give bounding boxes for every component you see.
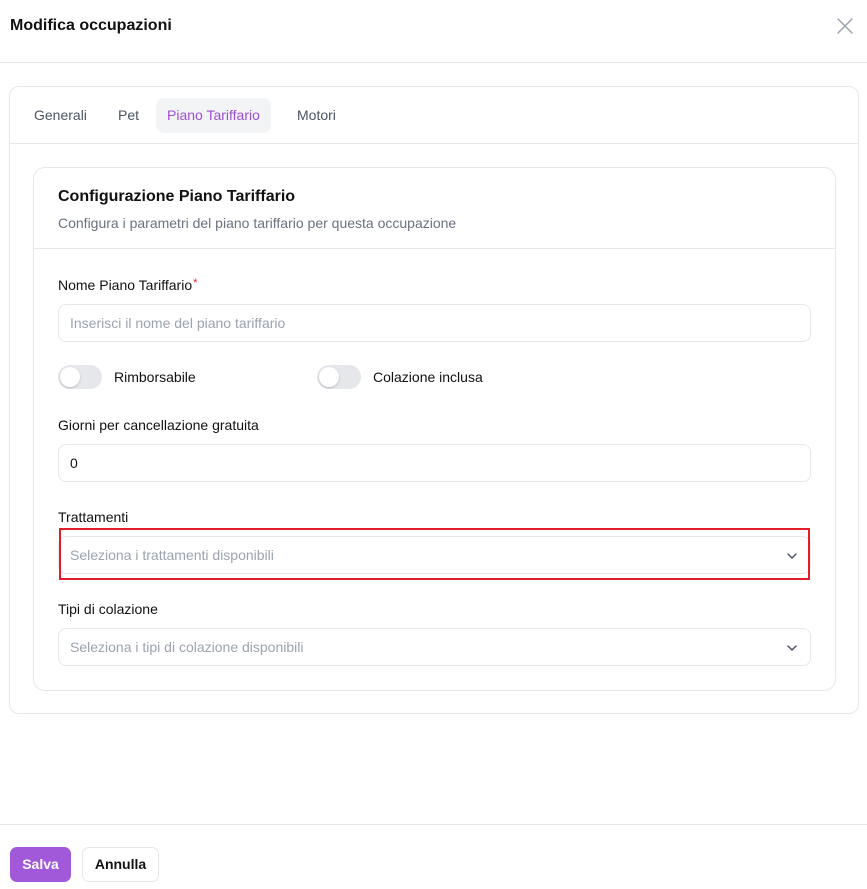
tab-bar: Generali Pet Piano Tariffario Motori <box>10 87 858 144</box>
modal-header: Modifica occupazioni <box>0 0 867 63</box>
config-header: Configurazione Piano Tariffario Configur… <box>34 168 835 249</box>
tab-generali[interactable]: Generali <box>23 98 98 133</box>
close-icon <box>837 18 853 34</box>
toggle-knob <box>60 367 80 387</box>
breakfast-types-label: Tipi di colazione <box>58 601 158 617</box>
cancel-days-label: Giorni per cancellazione gratuita <box>58 417 259 433</box>
treatments-placeholder: Seleziona i trattamenti disponibili <box>70 547 274 563</box>
treatments-label: Trattamenti <box>58 509 129 525</box>
tab-pet[interactable]: Pet <box>107 98 150 133</box>
config-description: Configura i parametri del piano tariffar… <box>58 215 457 231</box>
chevron-down-icon <box>787 553 797 559</box>
rate-plan-name-label: Nome Piano Tariffario* <box>58 277 197 293</box>
modal-title: Modifica occupazioni <box>10 17 172 34</box>
breakfast-types-select[interactable]: Seleziona i tipi di colazione disponibil… <box>58 628 811 666</box>
tab-motori[interactable]: Motori <box>286 98 347 133</box>
cancel-days-input[interactable] <box>59 445 810 481</box>
save-button[interactable]: Salva <box>10 847 71 882</box>
cancel-days-field[interactable] <box>58 444 811 482</box>
tab-piano-tariffario[interactable]: Piano Tariffario <box>156 98 271 133</box>
refundable-label: Rimborsabile <box>114 369 196 385</box>
modal-footer: Salva Annulla <box>0 824 867 889</box>
required-mark: * <box>193 277 198 289</box>
refundable-toggle[interactable] <box>58 365 102 389</box>
breakfast-types-placeholder: Seleziona i tipi di colazione disponibil… <box>70 639 304 655</box>
toggle-knob <box>319 367 339 387</box>
rate-plan-name-input[interactable] <box>59 305 810 341</box>
chevron-down-icon <box>787 645 797 651</box>
breakfast-included-label: Colazione inclusa <box>373 369 483 385</box>
config-title: Configurazione Piano Tariffario <box>58 188 296 205</box>
rate-plan-name-field[interactable] <box>58 304 811 342</box>
cancel-button[interactable]: Annulla <box>82 847 159 882</box>
tabs-card: Generali Pet Piano Tariffario Motori Con… <box>9 86 859 714</box>
breakfast-included-toggle[interactable] <box>317 365 361 389</box>
rate-plan-name-label-text: Nome Piano Tariffario <box>58 277 193 293</box>
close-button[interactable] <box>835 16 855 36</box>
treatments-select[interactable]: Seleziona i trattamenti disponibili <box>58 536 811 574</box>
